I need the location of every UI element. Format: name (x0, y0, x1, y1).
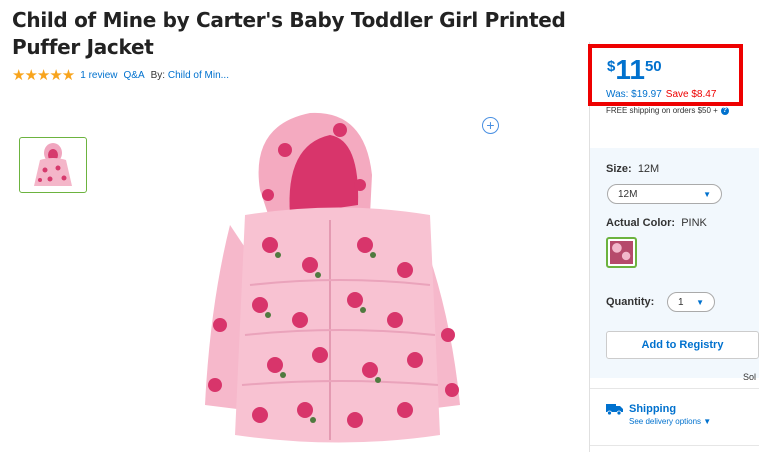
color-label-row: Actual Color: PINK (606, 217, 707, 229)
price-comparison: Was: $19.97 Save $8.47 (606, 89, 716, 100)
brand-link[interactable]: Child of Min... (168, 70, 229, 81)
add-to-registry-button[interactable]: Add to Registry (606, 331, 759, 359)
truck-icon (606, 404, 623, 415)
product-main-image (205, 112, 460, 443)
by-label: By: (150, 70, 166, 81)
was-price: Was: $19.97 (606, 89, 662, 100)
chevron-down-icon: ▼ (696, 297, 704, 307)
color-label: Actual Color: (606, 217, 676, 229)
product-meta: ★★★★★ 1 review Q&A By: Child of Min... (12, 68, 229, 83)
color-swatch-pink[interactable] (606, 237, 637, 268)
color-value: PINK (681, 217, 707, 229)
quantity-value: 1 (678, 296, 684, 308)
reviews-link[interactable]: 1 review (80, 70, 117, 81)
brand-byline: By: Child of Min... (151, 70, 229, 81)
size-label: Size: (606, 163, 632, 175)
price-dollars: 11 (615, 54, 645, 85)
rating-stars[interactable]: ★★★★★ (12, 68, 75, 83)
size-label-row: Size: 12M (606, 163, 659, 175)
size-select[interactable]: 12M ▼ (607, 184, 722, 204)
delivery-options-text: See delivery options (629, 417, 702, 426)
thumbnail-jacket-image (34, 143, 72, 186)
savings: Save $8.47 (665, 89, 717, 100)
product-title: Child of Mine by Carter's Baby Toddler G… (12, 8, 566, 59)
price-currency: $ (607, 58, 616, 75)
quantity-select[interactable]: 1 ▼ (667, 292, 715, 312)
section-divider (590, 388, 759, 389)
free-shipping-note: FREE shipping on orders $50 + ? (606, 106, 729, 115)
product-thumbnail[interactable] (19, 137, 87, 193)
info-icon[interactable]: ? (720, 106, 729, 115)
size-select-value: 12M (618, 188, 638, 200)
chevron-down-icon: ▼ (703, 417, 712, 426)
current-price: $1150 (607, 54, 662, 86)
sold-by-text: Sol (743, 372, 757, 382)
free-shipping-text: FREE shipping on orders $50 + (606, 106, 718, 115)
delivery-options-link[interactable]: See delivery options ▼ (629, 417, 711, 426)
swatch-pattern (610, 241, 633, 264)
qa-link[interactable]: Q&A (124, 70, 145, 81)
shipping-section: Shipping See delivery options ▼ (606, 403, 711, 426)
chevron-down-icon: ▼ (703, 189, 711, 199)
shipping-text: Shipping See delivery options ▼ (629, 403, 711, 426)
price-cents: 50 (644, 58, 662, 75)
size-value: 12M (637, 163, 660, 175)
shipping-title: Shipping (629, 403, 677, 415)
quantity-label-text: Quantity: (606, 296, 655, 308)
section-divider-bottom (590, 445, 759, 446)
quantity-label: Quantity: (606, 296, 654, 308)
